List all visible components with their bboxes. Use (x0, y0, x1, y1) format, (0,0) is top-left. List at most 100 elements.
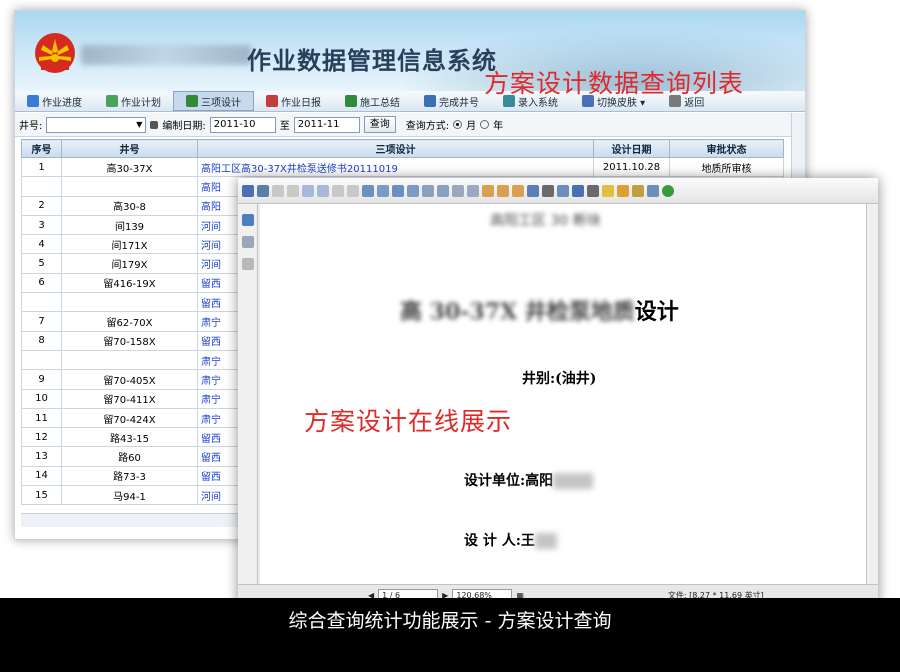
nav-item-daily-report[interactable]: 作业日报 (254, 91, 333, 111)
cell-well: 间179X (61, 253, 198, 274)
date-to-input[interactable]: 2011-11 (293, 116, 360, 133)
tools-icon (424, 95, 436, 107)
hand-icon[interactable] (482, 184, 494, 197)
bookmark-icon[interactable] (242, 236, 254, 248)
nav-item-three-designs[interactable]: 三项设计 (173, 91, 254, 111)
chevron-down-icon: ▼ (136, 120, 143, 129)
list-annotation: 方案设计数据查询列表 (484, 69, 745, 98)
back-icon[interactable] (332, 184, 344, 197)
cell-well (61, 349, 198, 371)
last-icon[interactable] (317, 184, 329, 197)
mode-label: 查询方式: (405, 121, 450, 132)
nav-item-plan[interactable]: 作业计划 (94, 91, 173, 111)
pdf-page: 高阳工区 30 断块 高 30-37X 井检泵地质设计 井别:(油井) 设计单位… (260, 204, 866, 584)
cursor-icon[interactable] (512, 184, 524, 197)
col-header-index[interactable]: 序号 (21, 139, 62, 158)
line-icon[interactable] (587, 184, 599, 197)
query-button[interactable]: 查询 (363, 116, 396, 133)
actual-size-icon[interactable] (407, 184, 419, 197)
pdf-toolbar (238, 178, 878, 204)
cell-well: 路60 (61, 446, 198, 467)
cell-well: 高30-37X (61, 156, 198, 178)
progress-icon (27, 95, 39, 107)
pages-icon[interactable] (242, 214, 254, 226)
col-header-date[interactable]: 设计日期 (593, 139, 670, 158)
cell-index: 4 (21, 234, 62, 255)
cell-index (21, 292, 62, 313)
bar-chart-icon (106, 95, 118, 107)
next-icon[interactable] (302, 184, 314, 197)
mode-year-label: 年 (493, 121, 504, 132)
table-row[interactable]: 1 高30-37X 高阳工区高30-37X井检泵送修书20111019 2011.10… (21, 156, 784, 178)
pdf-scrollbar[interactable] (866, 204, 878, 584)
globe-icon (345, 95, 357, 107)
highlight-icon[interactable] (617, 184, 629, 197)
cell-status: 地质所审核 (669, 156, 784, 178)
doc-title: 高 30-37X 井检泵地质设计 (400, 294, 679, 326)
cell-well: 马94-1 (61, 485, 198, 506)
attachment-icon[interactable] (242, 258, 254, 270)
doc-well-type: 井别:(油井) (522, 371, 597, 387)
cell-index: 11 (21, 407, 62, 429)
note-icon[interactable] (602, 184, 614, 197)
well-label: 井号: (19, 121, 43, 132)
petrochina-logo-icon (35, 33, 75, 73)
rotate-back-icon[interactable] (467, 184, 479, 197)
cell-well: 路43-15 (61, 427, 198, 448)
fit-page-icon[interactable] (377, 184, 389, 197)
well-select[interactable]: ▼ (46, 116, 147, 133)
cell-well: 间139 (61, 214, 198, 236)
nav-item-completed-wells[interactable]: 完成井号 (412, 91, 491, 111)
rotate-icon[interactable] (452, 184, 464, 197)
save-icon[interactable] (242, 184, 254, 197)
ellipse-icon[interactable] (572, 184, 584, 197)
cell-well (61, 292, 198, 313)
date-label: 编制日期: (162, 121, 206, 132)
text-icon[interactable] (542, 184, 554, 197)
cell-index: 9 (21, 369, 62, 390)
nav-item-summary[interactable]: 施工总结 (333, 91, 412, 111)
doc-title-blurred: 高 30-37X 井检泵地质 (400, 299, 635, 325)
cell-well: 间171X (61, 234, 198, 255)
filter-bar: 井号: ▼ 编制日期: 2011-10 至 2011-11 查询 查询方式: 月… (15, 113, 805, 137)
zoom-out-icon[interactable] (422, 184, 434, 197)
doc-header: 高阳工区 30 断块 (490, 213, 601, 229)
image-icon[interactable] (557, 184, 569, 197)
caption-bar: 综合查询统计功能展示 - 方案设计查询 (0, 598, 900, 672)
caption-text: 综合查询统计功能展示 - 方案设计查询 (288, 610, 612, 632)
online-annotation: 方案设计在线展示 (304, 407, 513, 436)
cell-design[interactable]: 高阳工区高30-37X井检泵送修书20111019 (197, 156, 594, 178)
doc-designer: 设 计 人:王 (464, 530, 557, 550)
table-header: 序号 井号 三项设计 设计日期 审批状态 (21, 139, 784, 158)
fit-width-icon[interactable] (392, 184, 404, 197)
col-header-well[interactable]: 井号 (61, 139, 198, 158)
zoom-icon[interactable] (362, 184, 374, 197)
measure-icon[interactable] (647, 184, 659, 197)
mode-month-radio[interactable] (453, 120, 463, 129)
cell-index (21, 176, 62, 197)
info-icon[interactable] (662, 184, 674, 197)
first-icon[interactable] (272, 184, 284, 197)
calendar-icon (266, 95, 278, 107)
find-icon[interactable] (527, 184, 539, 197)
col-header-status[interactable]: 审批状态 (669, 139, 784, 158)
zoom-in-icon[interactable] (437, 184, 449, 197)
cell-well: 高30-8 (61, 195, 198, 216)
mode-year-radio[interactable] (480, 120, 490, 129)
cell-well: 路73-3 (61, 465, 198, 487)
cell-index: 8 (21, 330, 62, 351)
doc-design-unit: 设计单位:高阳 (464, 470, 594, 490)
nav-item-progress[interactable]: 作业进度 (15, 91, 94, 111)
col-header-design[interactable]: 三项设计 (197, 139, 594, 158)
date-from-input[interactable]: 2011-10 (209, 116, 276, 133)
cell-well (61, 176, 198, 197)
prev-icon[interactable] (287, 184, 299, 197)
redacted-blob (534, 533, 557, 549)
cell-well: 留70-405X (61, 369, 198, 390)
attach-icon[interactable] (632, 184, 644, 197)
grid-icon (186, 95, 198, 107)
select-text-icon[interactable] (497, 184, 509, 197)
forward-icon[interactable] (347, 184, 359, 197)
cell-index: 10 (21, 388, 62, 409)
print-icon[interactable] (257, 184, 269, 197)
